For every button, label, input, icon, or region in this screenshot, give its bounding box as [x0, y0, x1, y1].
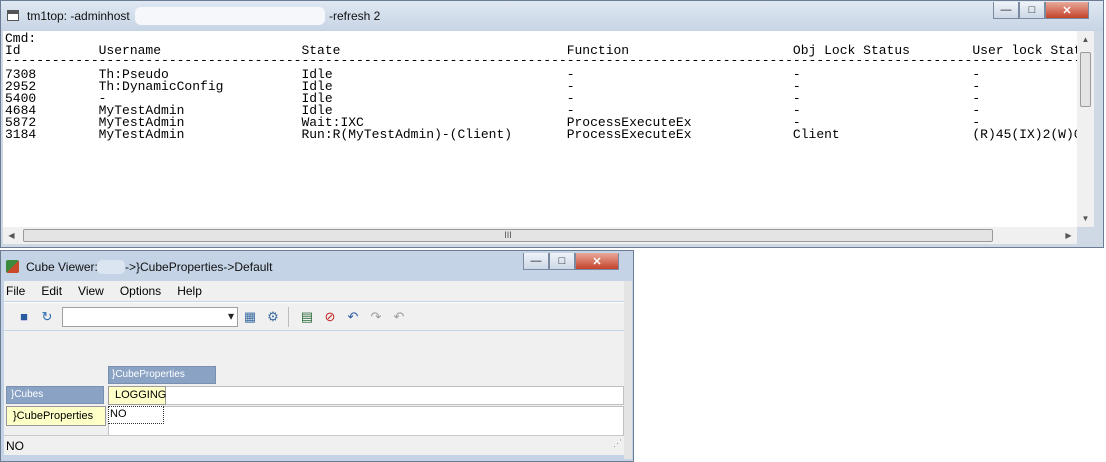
console-horizontal-scrollbar[interactable]: ◀ III ▶	[3, 227, 1077, 244]
recalculate-icon[interactable]: ↻	[39, 309, 55, 325]
tm1top-title-left: tm1top: -adminhost	[27, 9, 130, 23]
cube-viewer-scrollbar[interactable]	[624, 281, 632, 459]
export-icon[interactable]: ▦	[242, 309, 258, 325]
tm1top-window-controls: — □ ✕	[993, 2, 1089, 19]
maximize-button[interactable]: □	[1019, 2, 1045, 19]
toolbar-separator	[288, 307, 289, 327]
cube-viewer-window-controls: — □ ✕	[523, 253, 619, 270]
scroll-down-icon[interactable]: ▼	[1077, 210, 1094, 227]
horizontal-scroll-thumb[interactable]: III	[23, 229, 993, 242]
settings-icon[interactable]: ⚙	[265, 309, 281, 325]
save-icon[interactable]: ■	[16, 309, 32, 325]
tm1top-title-right: -refresh 2	[329, 9, 381, 23]
data-grid	[108, 406, 624, 436]
refresh-icon[interactable]: ↶	[391, 309, 407, 325]
menu-bar: File Edit View Options Help	[4, 281, 624, 301]
column-header-row	[108, 386, 624, 405]
tm1top-titlebar[interactable]: tm1top: -adminhost -refresh 2 — □ ✕	[1, 1, 1103, 31]
menu-help[interactable]: Help	[177, 281, 202, 301]
scroll-up-icon[interactable]: ▲	[1077, 31, 1094, 48]
menu-file[interactable]: File	[6, 281, 25, 301]
tm1top-window: tm1top: -adminhost -refresh 2 — □ ✕ Cmd:…	[0, 0, 1104, 248]
scroll-left-icon[interactable]: ◀	[3, 227, 20, 244]
redacted-area	[135, 7, 325, 25]
maximize-button[interactable]: □	[549, 253, 575, 270]
cube-viewer-titlebar[interactable]: Cube Viewer: ->}CubeProperties->Default …	[1, 251, 633, 281]
minimize-button[interactable]: —	[993, 2, 1019, 19]
menu-options[interactable]: Options	[120, 281, 161, 301]
close-button[interactable]: ✕	[575, 253, 619, 270]
cube-icon[interactable]	[6, 260, 19, 273]
menu-edit[interactable]: Edit	[41, 281, 62, 301]
redo-icon[interactable]: ↷	[368, 309, 384, 325]
grid-icon[interactable]: ▤	[299, 309, 315, 325]
toolbar: ■ ↻ ▦ ⚙ ▤ ⊘ ↶ ↷ ↶	[4, 302, 624, 330]
console-line-separator: ----------------------------------------…	[5, 55, 1077, 67]
data-cell[interactable]: NO	[108, 406, 164, 424]
vertical-scroll-thumb[interactable]	[1080, 52, 1091, 107]
status-text: NO	[6, 439, 24, 453]
minimize-button[interactable]: —	[523, 253, 549, 270]
view-combo[interactable]	[62, 307, 238, 327]
menu-view[interactable]: View	[78, 281, 104, 301]
console-output[interactable]: Cmd: Id Username State Function Obj Lock…	[3, 31, 1077, 227]
status-bar: NO ⋰	[4, 435, 624, 455]
column-element-logging[interactable]: LOGGING	[108, 386, 166, 405]
scroll-right-icon[interactable]: ▶	[1060, 227, 1077, 244]
console-vertical-scrollbar[interactable]: ▲ ▼	[1077, 31, 1094, 227]
cube-viewer-title-prefix: Cube Viewer:	[26, 260, 98, 274]
cube-viewer-title-suffix: ->}CubeProperties->Default	[125, 260, 273, 274]
column-dimension-header[interactable]: }CubeProperties	[108, 366, 216, 384]
stop-icon[interactable]: ⊘	[322, 309, 338, 325]
cube-viewer-window: Cube Viewer: ->}CubeProperties->Default …	[0, 250, 634, 462]
close-button[interactable]: ✕	[1045, 2, 1089, 19]
console-row: 3184 MyTestAdmin Run:R(MyTestAdmin)-(Cli…	[5, 127, 1077, 142]
row-element-cubeproperties[interactable]: }CubeProperties	[6, 406, 106, 426]
redacted-area	[97, 260, 125, 274]
console-window-icon[interactable]	[7, 10, 19, 21]
row-dimension-header[interactable]: }Cubes	[6, 386, 104, 404]
undo-icon[interactable]: ↶	[345, 309, 361, 325]
resize-grip-icon[interactable]: ⋰	[613, 433, 622, 453]
